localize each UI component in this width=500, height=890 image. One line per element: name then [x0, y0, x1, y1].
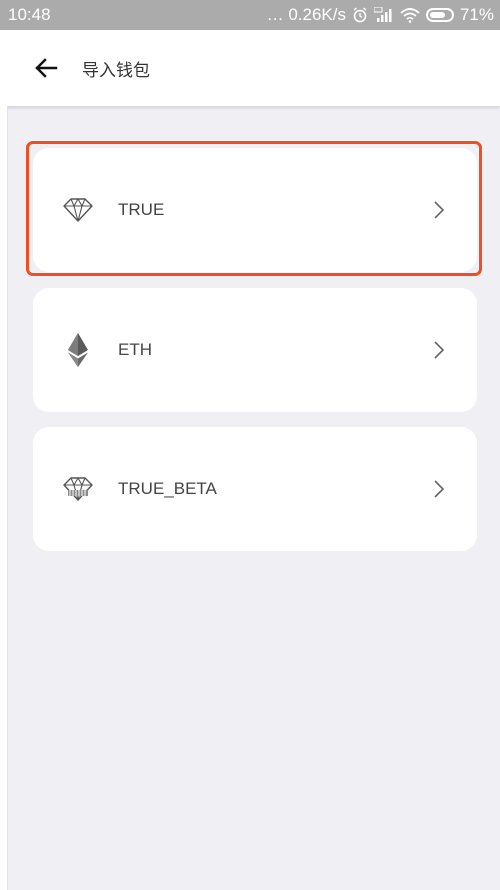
page-title: 导入钱包	[82, 60, 150, 80]
battery-icon	[425, 8, 454, 22]
chevron-right-icon	[429, 477, 449, 501]
back-button[interactable]	[26, 48, 66, 88]
diamond-outline-icon	[60, 192, 96, 228]
battery-percent: 71%	[459, 5, 494, 24]
status-bar: 10:48 … 0.26K/s 71%	[0, 0, 500, 30]
wallet-option-label: TRUE_BETA	[118, 479, 217, 498]
alarm-icon	[352, 7, 368, 23]
ethereum-icon	[60, 332, 96, 368]
wallet-option-label: TRUE	[118, 200, 165, 219]
wallet-option-true[interactable]: TRUE	[33, 148, 477, 272]
wallet-option-true-beta[interactable]: TRUE_BETA	[33, 427, 477, 551]
wifi-icon	[400, 7, 420, 23]
app-screen: 10:48 … 0.26K/s 71% 导入钱包 TRUE ETH TRUE_B…	[0, 0, 500, 890]
signal-icon	[373, 7, 394, 23]
wallet-option-eth[interactable]: ETH	[33, 288, 477, 412]
status-indicators: … 0.26K/s 71%	[267, 5, 494, 25]
diamond-striped-icon	[60, 471, 96, 507]
network-speed: … 0.26K/s	[266, 5, 346, 24]
app-bar: 导入钱包	[0, 30, 500, 106]
left-edge-divider	[7, 106, 8, 890]
status-time: 10:48	[8, 5, 51, 24]
arrow-left-icon	[35, 58, 58, 78]
chevron-right-icon	[429, 338, 449, 362]
chevron-right-icon	[429, 198, 449, 222]
wallet-option-label: ETH	[118, 340, 152, 359]
